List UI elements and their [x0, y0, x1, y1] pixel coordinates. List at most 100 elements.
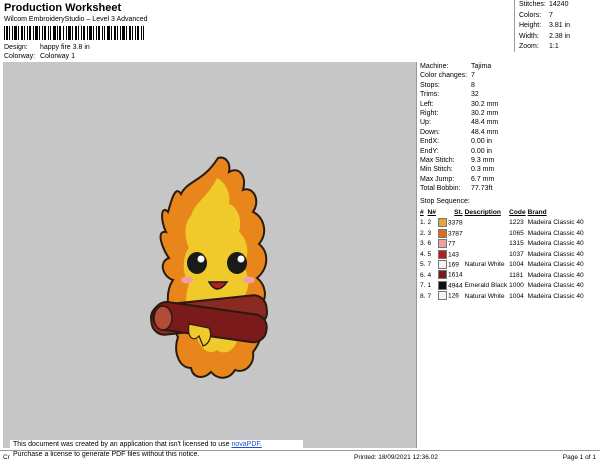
- cell-desc: Natural White: [464, 292, 505, 300]
- table-row: 1. 2 3378 1223 Madeira Classic 40: [419, 218, 585, 228]
- cell-n: 4: [427, 271, 432, 279]
- color-swatch-icon: [437, 280, 447, 290]
- design-value: happy fire 3.8 in: [39, 44, 90, 51]
- printed-timestamp: Printed: 18/09/2021 12:36.02: [354, 454, 438, 461]
- color-swatch-icon: [437, 249, 447, 259]
- stats-panel: Stitches: 14240 Colors: 7 Height: 3.81 in W…: [514, 0, 600, 52]
- software-name: Wilcom EmbroideryStudio – Level 3 Advanc…: [4, 16, 148, 23]
- cell-brand: Madeira Classic 40: [527, 250, 584, 258]
- stitch-count: 4944: [447, 282, 463, 290]
- stat-height: Height: 3.81 in: [519, 22, 571, 29]
- color-swatch-icon: [437, 228, 447, 238]
- right-row: Right: 30.2 mm: [420, 109, 499, 117]
- cell-n: 5: [427, 250, 432, 258]
- cell-stop: 1.: [420, 219, 426, 227]
- stitch-count: 143: [447, 250, 459, 258]
- color-swatch-icon: [437, 291, 447, 301]
- stat-colors: Colors: 7: [519, 11, 553, 19]
- cell-st: 3787: [437, 228, 464, 239]
- cell-st: 143: [437, 249, 464, 260]
- cell-code: 1223: [509, 219, 524, 227]
- cell-brand: Madeira Classic 40: [527, 292, 584, 300]
- cell-brand: Madeira Classic 40: [527, 240, 584, 248]
- cell-n: 7: [427, 292, 432, 300]
- cell-desc: Natural White: [464, 261, 505, 269]
- cell-st: 126: [437, 291, 464, 301]
- endx-row: EndX: 0.00 in: [420, 138, 493, 146]
- stitch-count: 126: [447, 292, 459, 300]
- col-brand: Brand: [527, 209, 547, 216]
- max-jump-row: Max Jump: 6.7 mm: [420, 175, 495, 183]
- machine-info-panel: Machine: Tajima Color changes: 7 Stops: 8 T…: [416, 62, 600, 448]
- cell-n: 2: [427, 219, 432, 227]
- cell-st: 3378: [437, 218, 464, 228]
- cell-code: 1000: [509, 282, 524, 290]
- cell-code: 1004: [509, 261, 524, 269]
- min-stitch-row: Min Stitch: 0.3 mm: [420, 166, 495, 174]
- left-eye: [187, 252, 207, 274]
- colorway-label: Colorway:: [4, 53, 36, 60]
- machine-row: Machine: Tajima: [420, 63, 492, 70]
- cell-brand: Madeira Classic 40: [527, 282, 584, 290]
- color-changes-row: Color changes: 7: [420, 72, 475, 80]
- cell-desc: Emerald Black: [464, 282, 508, 290]
- page-footer: Cr Printed: 18/09/2021 12:36.02 Page 1 o…: [0, 450, 600, 465]
- color-swatch-icon: [437, 239, 447, 249]
- design-preview: [3, 62, 416, 448]
- cell-n: 1: [427, 282, 432, 290]
- table-row: 4. 5 143 1037 Madeira Classic 40: [419, 249, 585, 260]
- table-row: 5. 7 169 Natural White 1004 Madeira Classic 4…: [419, 260, 585, 270]
- left-cheek: [181, 276, 193, 284]
- cell-desc: [464, 239, 509, 249]
- cell-n: 7: [427, 261, 432, 269]
- left-row: Left: 30.2 mm: [420, 100, 499, 108]
- stitch-count: 169: [447, 261, 459, 269]
- novapdf-link[interactable]: novaPDF.: [231, 441, 261, 448]
- cell-desc: [464, 250, 509, 260]
- cell-st: 1614: [437, 270, 464, 280]
- stitch-count: 1614: [447, 271, 463, 279]
- col-description: Description: [464, 209, 501, 216]
- right-eye: [227, 252, 247, 274]
- color-swatch-icon: [437, 218, 447, 228]
- total-bobbin-row: Total Bobbin: 77.73ft: [420, 185, 493, 193]
- cell-brand: Madeira Classic 40: [527, 229, 584, 237]
- endy-row: EndY: 0.00 in: [420, 147, 493, 155]
- worksheet-title: Production Worksheet: [4, 2, 122, 14]
- cell-desc: [464, 229, 509, 239]
- cell-code: 1065: [509, 229, 524, 237]
- col-stitches: St.: [454, 209, 463, 216]
- cell-code: 1315: [509, 240, 524, 248]
- cell-stop: 7.: [420, 282, 426, 290]
- stat-zoom: Zoom: 1:1: [519, 43, 559, 50]
- cell-stop: 6.: [420, 271, 426, 279]
- notice-line-1: This document was created by an applicat…: [13, 441, 230, 448]
- cell-stop: 8.: [420, 292, 426, 300]
- table-row: 6. 4 1614 1181 Madeira Classic 40: [419, 270, 585, 280]
- stat-stitches: Stitches: 14240: [519, 1, 569, 8]
- cell-stop: 5.: [420, 261, 426, 269]
- table-row: 8. 7 126 Natural White 1004 Madeira Classic 4…: [419, 291, 585, 301]
- design-row: Design: happy fire 3.8 in: [4, 44, 90, 51]
- happy-fire-embroidery-image: [150, 156, 268, 379]
- down-row: Down: 48.4 mm: [420, 128, 499, 136]
- stat-width: Width: 2.38 in: [519, 32, 571, 40]
- right-cheek: [243, 276, 255, 284]
- cell-n: 3: [427, 229, 432, 237]
- table-row: 2. 3 3787 1065 Madeira Classic 40: [419, 228, 585, 239]
- cell-stop: 4.: [420, 250, 426, 258]
- stitch-count: 3787: [447, 229, 463, 237]
- stop-sequence-title: Stop Sequence:: [420, 198, 470, 205]
- trims-row: Trims: 32: [420, 91, 479, 99]
- barcode: [4, 26, 144, 40]
- cell-brand: Madeira Classic 40: [527, 261, 584, 269]
- cell-brand: Madeira Classic 40: [527, 219, 584, 227]
- colorway-row: Colorway: Colorway 1: [4, 53, 75, 60]
- color-swatch-icon: [437, 270, 447, 280]
- color-swatch-icon: [437, 260, 447, 270]
- max-stitch-row: Max Stitch: 9.3 mm: [420, 156, 495, 164]
- cell-st: 169: [437, 260, 464, 270]
- col-needle: N#: [427, 209, 436, 216]
- cell-st: 4944: [437, 280, 464, 291]
- cell-n: 6: [427, 240, 432, 248]
